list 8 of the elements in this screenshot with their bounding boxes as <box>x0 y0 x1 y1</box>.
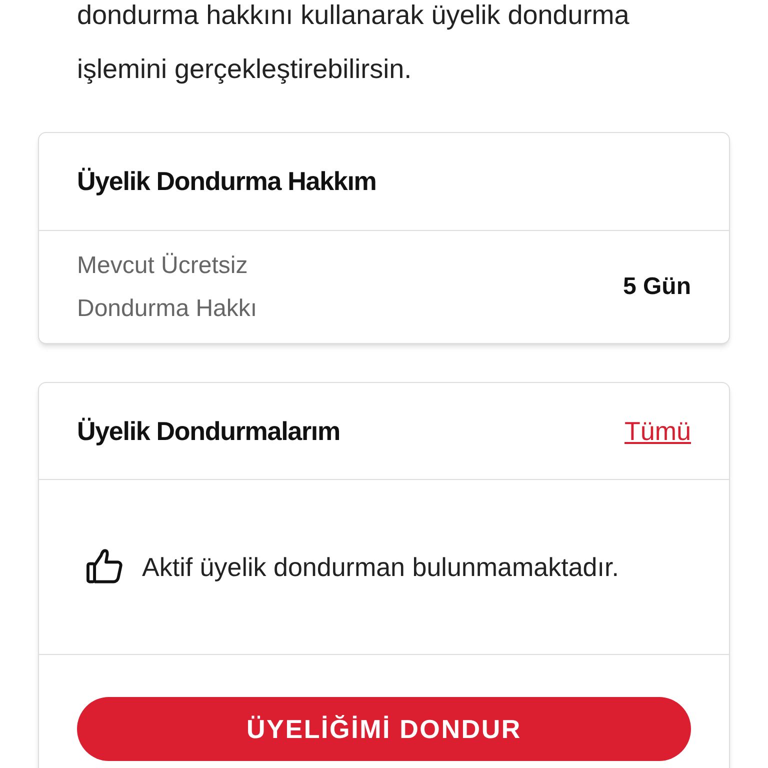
card-title: Üyelik Dondurma Hakkım <box>77 165 376 198</box>
allowance-value: 5 Gün <box>622 272 691 302</box>
all-link[interactable]: Tümü <box>624 412 691 450</box>
card-title: Üyelik Dondurmalarım <box>77 414 340 448</box>
freeze-button[interactable]: ÜYELİĞİMİ DONDUR <box>77 697 691 761</box>
empty-message: Aktif üyelik dondurman bulunmamaktadır. <box>142 550 619 584</box>
intro-text: dondurma hakkını kullanarak üyelik dondurma işlemini gerçekleştirebilirsin. <box>76 0 630 86</box>
allowance-label: Mevcut Ücretsiz Dondurma Hakkı <box>77 251 258 324</box>
